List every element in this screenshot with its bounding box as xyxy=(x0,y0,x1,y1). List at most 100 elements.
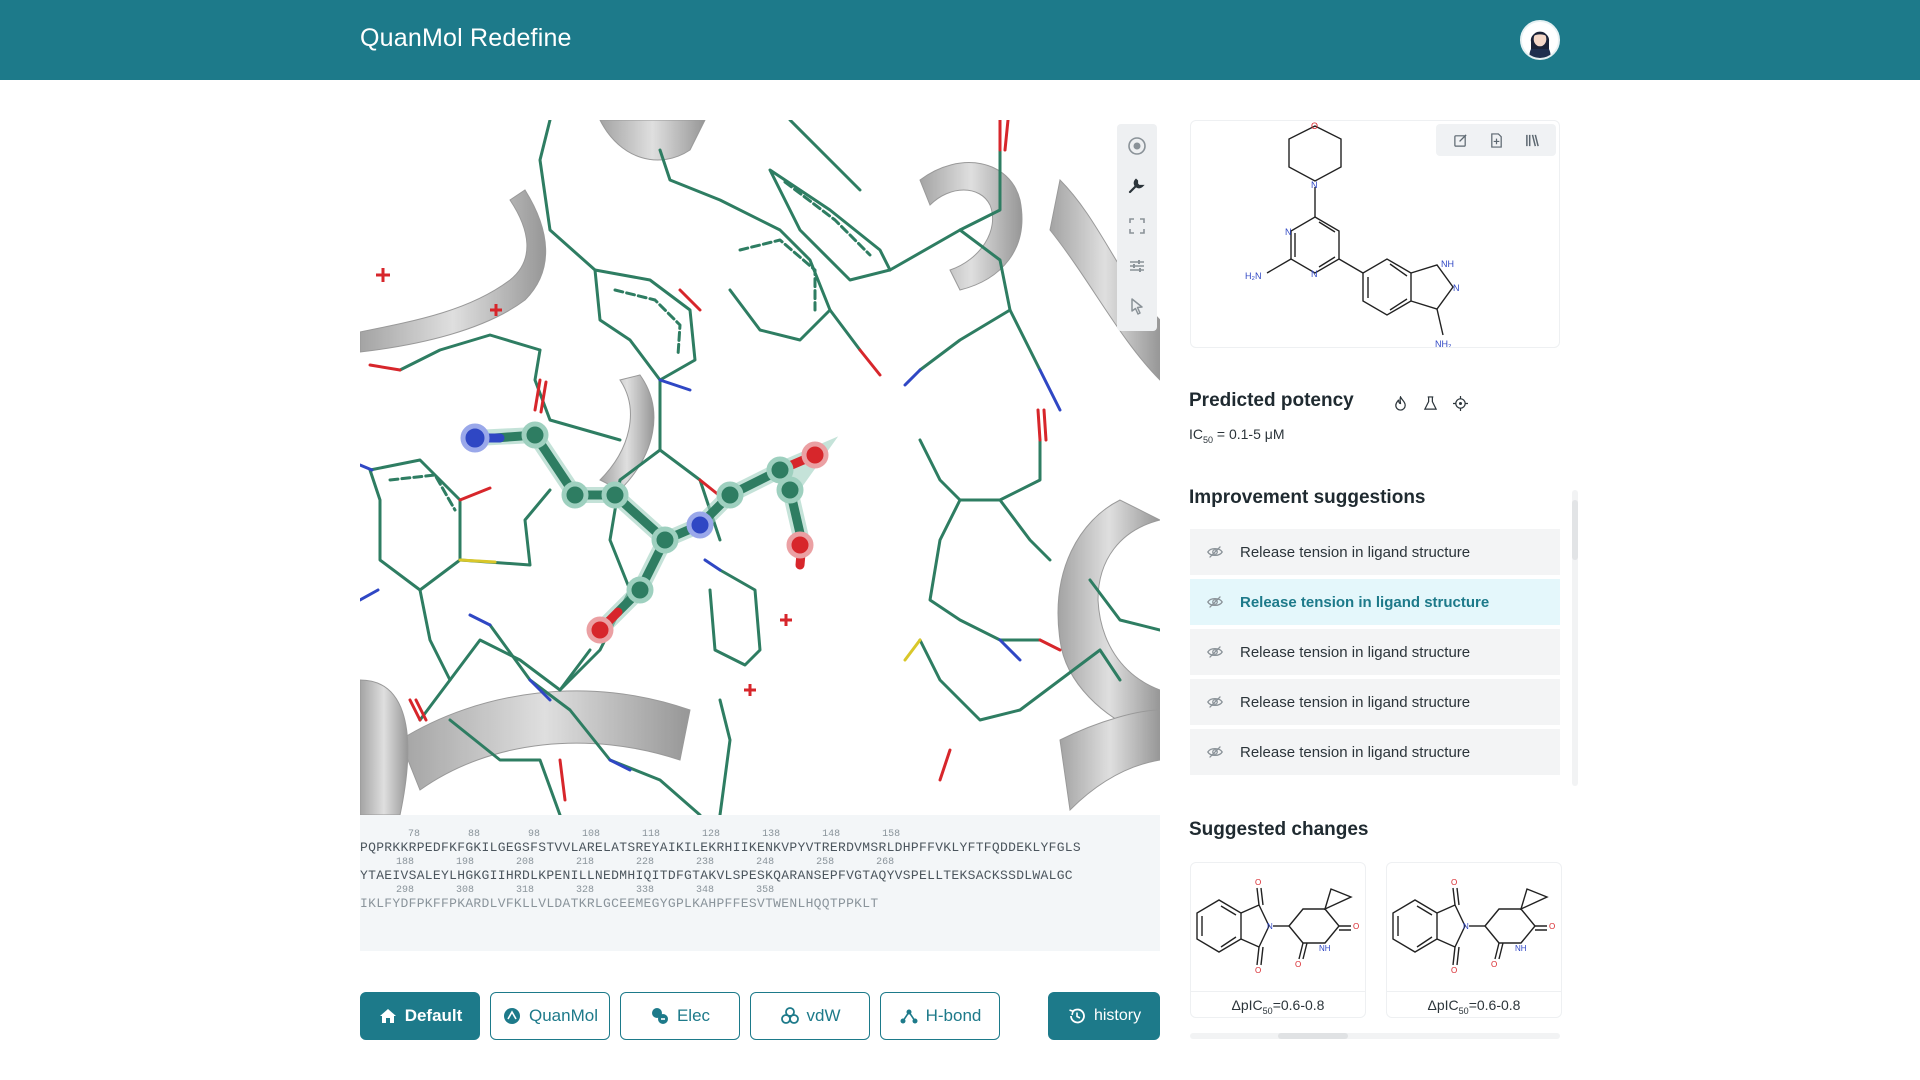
mode-default-button[interactable]: Default xyxy=(360,992,480,1040)
home-icon xyxy=(379,1009,396,1023)
mode-hbond-label: H-bond xyxy=(925,1006,982,1025)
fullscreen-icon xyxy=(1129,218,1145,234)
pointer-icon xyxy=(1131,298,1143,315)
change-structure: O O N NH O O xyxy=(1196,878,1359,975)
change-atom-n: N xyxy=(1463,922,1469,931)
sequence-text[interactable]: YTAEIVSALEYLHGKGIIHRDLKPENILLNEDMHIQITDF… xyxy=(360,868,1073,883)
wrench-button[interactable] xyxy=(1121,170,1153,202)
potency-prefix: IC xyxy=(1189,426,1203,442)
add-file-button[interactable] xyxy=(1485,129,1507,151)
suggestion-item[interactable]: Release tension in ligand structure xyxy=(1190,579,1560,625)
suggestion-label: Release tension in ligand structure xyxy=(1240,743,1471,761)
change-atom-nh: NH xyxy=(1319,944,1331,953)
mode-default-label: Default xyxy=(404,1006,463,1025)
history-icon xyxy=(1069,1008,1085,1024)
changes-title: Suggested changes xyxy=(1189,819,1369,840)
user-avatar[interactable] xyxy=(1520,20,1560,60)
change-atom-o: O xyxy=(1255,878,1261,887)
sequence-row: 78 88 98 108 118 128 138 148 158 PQPRKKR… xyxy=(360,829,1081,855)
history-button[interactable]: history xyxy=(1048,992,1160,1040)
wrench-icon xyxy=(1128,178,1145,194)
delta-sub: 50 xyxy=(1262,1005,1273,1016)
settings-sliders-button[interactable] xyxy=(1121,250,1153,282)
mode-vdw-button[interactable]: vdW xyxy=(750,992,870,1040)
viewer-toolbar xyxy=(1117,124,1157,331)
ligand-atom-n: N xyxy=(1311,269,1318,279)
improvements-title: Improvement suggestions xyxy=(1189,487,1426,508)
mode-elec-button[interactable]: Elec xyxy=(620,992,740,1040)
spheres-icon xyxy=(780,1007,799,1024)
target-icon xyxy=(1128,137,1146,155)
potency-sub: 50 xyxy=(1203,434,1214,445)
suggestion-label: Release tension in ligand structure xyxy=(1240,543,1471,561)
delta-value: =0.6-0.8 xyxy=(1272,997,1325,1013)
sequence-row: 188 198 208 218 228 238 248 258 268 YTAE… xyxy=(360,857,1073,883)
history-label: history xyxy=(1093,1007,1142,1024)
protein-scene xyxy=(360,120,1160,815)
ligand-atom-n: N xyxy=(1285,227,1292,237)
change-atom-n: N xyxy=(1267,922,1273,931)
edit-structure-button[interactable] xyxy=(1449,129,1471,151)
pointer-button[interactable] xyxy=(1121,290,1153,322)
mode-quanmol-button[interactable]: QuanMol xyxy=(490,992,610,1040)
ligand-atom-nh: NH xyxy=(1441,259,1454,269)
sequence-text[interactable]: PQPRKKRPEDFKFGKILGEGSFSTVVLARELATSREYAIK… xyxy=(360,840,1081,855)
mode-vdw-label: vdW xyxy=(806,1006,841,1025)
bond-icon xyxy=(900,1009,918,1024)
change-atom-o: O xyxy=(1255,966,1261,975)
change-atom-o: O xyxy=(1549,922,1555,931)
eye-slash-icon xyxy=(1207,596,1223,608)
app-title: QuanMol Redefine xyxy=(360,24,572,52)
suggestion-item[interactable]: Release tension in ligand structure xyxy=(1190,729,1560,775)
edit-icon xyxy=(1453,133,1467,147)
suggested-change-card[interactable]: O O N NH O O ΔpIC50=0.6-0.8 xyxy=(1386,862,1562,1018)
ligand-atom-h2n: H₂N xyxy=(1245,271,1262,281)
changes-scrollbar[interactable] xyxy=(1190,1033,1560,1039)
suggestions-scrollbar[interactable] xyxy=(1572,490,1578,786)
avatar-portrait-icon xyxy=(1522,22,1558,58)
change-atom-nh: NH xyxy=(1515,944,1527,953)
suggestion-item[interactable]: Release tension in ligand structure xyxy=(1190,679,1560,725)
change-atom-o: O xyxy=(1353,922,1359,931)
suggestion-label: Release tension in ligand structure xyxy=(1240,643,1471,661)
library-button[interactable] xyxy=(1521,129,1543,151)
atom-icon xyxy=(504,1008,520,1024)
flask-icon xyxy=(1423,395,1437,410)
sequence-panel[interactable]: 78 88 98 108 118 128 138 148 158 PQPRKKR… xyxy=(360,815,1160,951)
crosshair-button[interactable] xyxy=(1450,393,1470,413)
change-atom-o: O xyxy=(1451,966,1457,975)
ligand-atom-n: N xyxy=(1311,180,1318,190)
target-button[interactable] xyxy=(1121,130,1153,162)
protein-3d-viewer[interactable] xyxy=(360,120,1160,815)
delta-prefix: ΔpIC xyxy=(1231,997,1263,1013)
crosshair-icon xyxy=(1452,395,1468,411)
scrollbar-thumb[interactable] xyxy=(1572,500,1578,560)
potency-actions xyxy=(1390,393,1470,413)
change-delta-label: ΔpIC50=0.6-0.8 xyxy=(1387,991,1561,1016)
mode-hbond-button[interactable]: H-bond xyxy=(880,992,1000,1040)
change-atom-o: O xyxy=(1295,960,1301,969)
ligand-atom-o: O xyxy=(1311,121,1318,131)
ligand-atom-n: N xyxy=(1453,283,1460,293)
eye-slash-icon xyxy=(1207,746,1223,758)
flame-icon xyxy=(1394,395,1406,411)
change-atom-o: O xyxy=(1451,878,1457,887)
delta-sub: 50 xyxy=(1458,1005,1469,1016)
suggestion-item[interactable]: Release tension in ligand structure xyxy=(1190,629,1560,675)
suggestion-item[interactable]: Release tension in ligand structure xyxy=(1190,529,1560,575)
flame-button[interactable] xyxy=(1390,393,1410,413)
fullscreen-button[interactable] xyxy=(1121,210,1153,242)
potency-value: IC50 = 0.1-5 μM xyxy=(1189,426,1285,445)
suggested-change-card[interactable]: O O N NH O O ΔpIC50=0.6-0.8 xyxy=(1190,862,1366,1018)
scrollbar-thumb[interactable] xyxy=(1278,1033,1348,1039)
ligand-atom-nh2: NH₂ xyxy=(1435,339,1452,348)
sequence-text[interactable]: IKLFYDFPKFFPKARDLVFKLLVLDATKRLGCEEMEGYGP… xyxy=(360,896,878,911)
sequence-numbers: 188 198 208 218 228 238 248 258 268 xyxy=(360,857,895,868)
change-atom-o: O xyxy=(1491,960,1497,969)
app-header: QuanMol Redefine xyxy=(0,0,1920,80)
change-delta-label: ΔpIC50=0.6-0.8 xyxy=(1191,991,1365,1016)
flask-button[interactable] xyxy=(1420,393,1440,413)
sliders-icon xyxy=(1130,260,1144,272)
mode-elec-label: Elec xyxy=(676,1006,711,1025)
suggestion-label: Release tension in ligand structure xyxy=(1240,593,1490,611)
